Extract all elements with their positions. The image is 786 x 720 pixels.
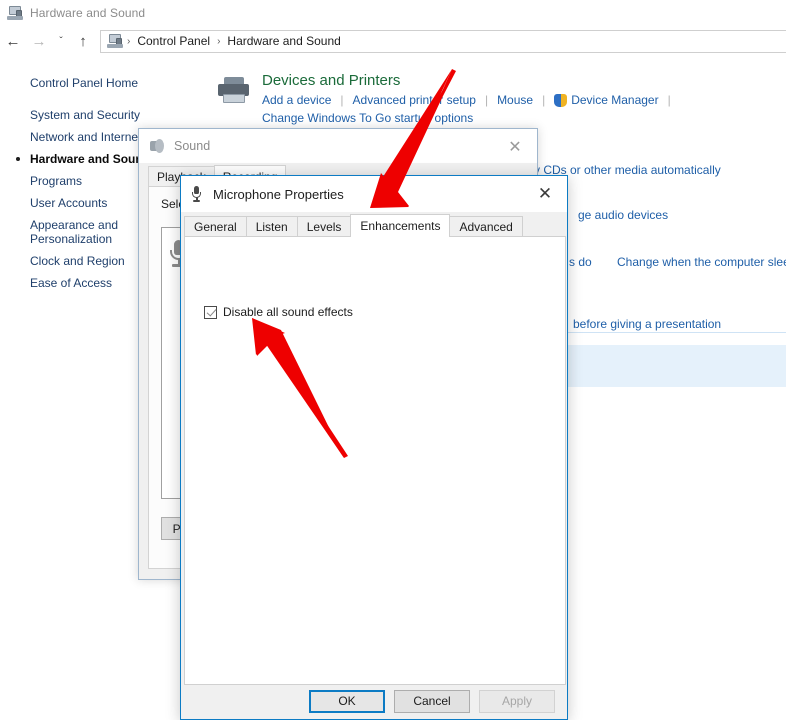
hardware-and-sound-icon: [7, 6, 23, 20]
devices-and-printers-heading[interactable]: Devices and Printers: [262, 72, 400, 89]
window-title: Hardware and Sound: [30, 6, 146, 20]
enhancements-tab-panel: Disable all sound effects: [184, 236, 566, 685]
apply-button: Apply: [479, 689, 555, 713]
tab-listen[interactable]: Listen: [245, 216, 298, 237]
navigation-bar: ← → ˇ ↑ › Control Panel › Hardware and S…: [0, 26, 786, 56]
recent-locations-button[interactable]: ˇ: [52, 28, 70, 54]
dialog-button-bar: OK Cancel Apply: [181, 683, 567, 719]
control-panel-icon: [107, 34, 123, 48]
devices-links-row-1: Add a device | Advanced printer setup | …: [262, 93, 680, 107]
link-mouse[interactable]: Mouse: [497, 93, 533, 107]
devices-links-row-2: Change Windows To Go startup options: [262, 111, 473, 125]
bg-link-before-giving-a-presentation[interactable]: before giving a presentation: [573, 317, 721, 331]
breadcrumb-separator-0: ›: [127, 35, 131, 47]
cancel-button[interactable]: Cancel: [394, 689, 470, 713]
link-change-windows-to-go-startup-options[interactable]: Change Windows To Go startup options: [262, 111, 473, 125]
window-titlebar: Hardware and Sound: [0, 0, 786, 26]
mic-properties-close-button[interactable]: ✕: [523, 176, 567, 212]
mic-properties-titlebar: Microphone Properties: [181, 176, 567, 212]
shield-icon: [554, 93, 568, 107]
back-button[interactable]: ←: [0, 28, 26, 54]
tab-levels[interactable]: Levels: [296, 216, 352, 237]
sound-dialog-title: Sound: [174, 139, 211, 153]
up-button[interactable]: ↑: [70, 28, 96, 54]
microphone-properties-dialog: Microphone Properties ✕ General Listen L…: [180, 175, 568, 720]
breadcrumb[interactable]: › Control Panel › Hardware and Sound: [100, 29, 786, 53]
link-advanced-printer-setup[interactable]: Advanced printer setup: [353, 93, 476, 107]
link-separator: |: [542, 93, 546, 107]
tab-advanced[interactable]: Advanced: [449, 216, 523, 237]
mic-properties-title: Microphone Properties: [213, 186, 344, 202]
disable-all-sound-effects-label: Disable all sound effects: [223, 305, 353, 319]
forward-button[interactable]: →: [26, 28, 52, 54]
link-device-manager[interactable]: Device Manager: [571, 93, 658, 107]
microphone-icon: [190, 186, 203, 202]
disable-all-sound-effects-row[interactable]: Disable all sound effects: [204, 305, 353, 319]
breadcrumb-item-hardware-and-sound[interactable]: Hardware and Sound: [224, 34, 343, 48]
link-add-a-device[interactable]: Add a device: [262, 93, 331, 107]
link-separator: |: [340, 93, 344, 107]
speaker-icon: [150, 139, 165, 153]
ok-button[interactable]: OK: [309, 689, 385, 713]
link-separator: |: [484, 93, 489, 107]
sound-dialog-titlebar: Sound: [139, 129, 537, 163]
link-separator: |: [667, 93, 671, 107]
tab-enhancements[interactable]: Enhancements: [350, 214, 451, 237]
tab-general[interactable]: General: [184, 216, 247, 237]
breadcrumb-item-control-panel[interactable]: Control Panel: [134, 34, 213, 48]
sound-dialog-close-button[interactable]: ✕: [493, 129, 537, 163]
breadcrumb-separator-1: ›: [217, 35, 221, 47]
bg-link-manage-audio-devices[interactable]: ge audio devices: [578, 208, 668, 222]
printer-icon: [217, 77, 253, 107]
disable-all-sound-effects-checkbox[interactable]: [204, 305, 217, 319]
sidebar-item-control-panel-home[interactable]: Control Panel Home: [0, 72, 200, 94]
bg-link-power-buttons-do[interactable]: s do: [569, 255, 592, 269]
sidebar-item-system-and-security[interactable]: System and Security: [0, 104, 200, 126]
mic-properties-tabstrip: General Listen Levels Enhancements Advan…: [184, 214, 523, 237]
bg-link-change-when-computer-sleeps[interactable]: Change when the computer slee: [617, 255, 786, 269]
